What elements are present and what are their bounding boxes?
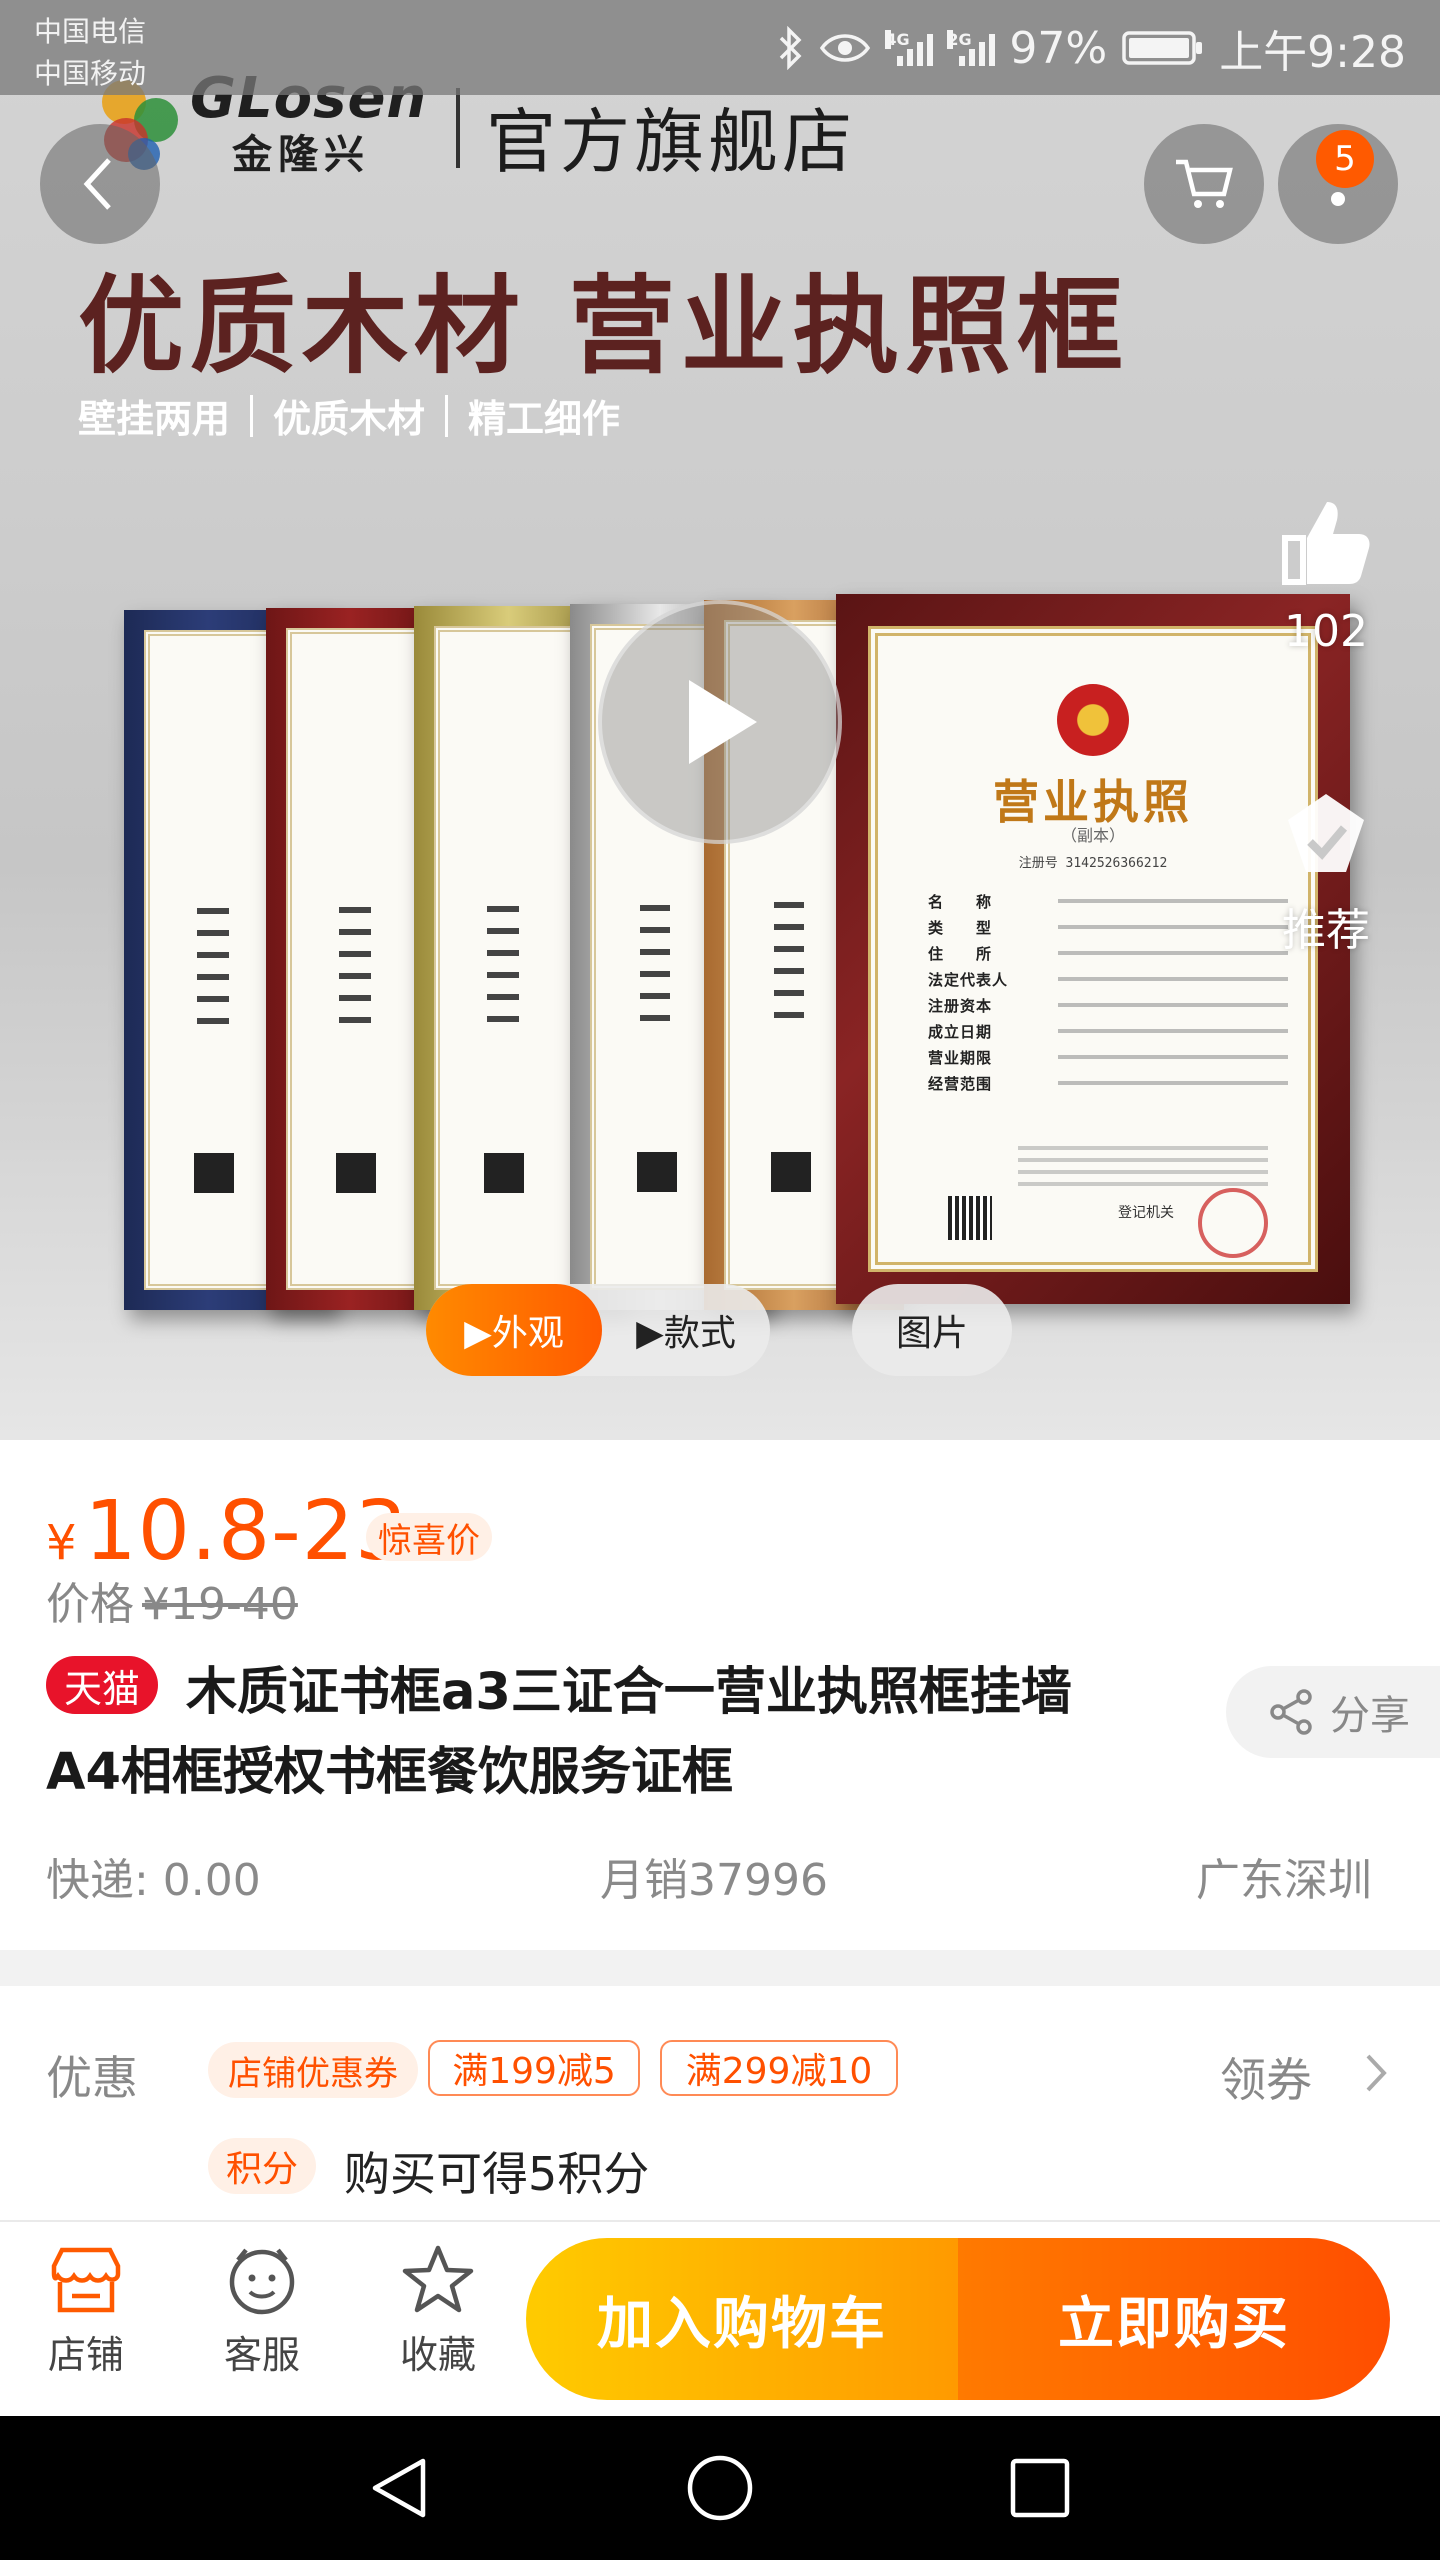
like-button[interactable]: 102 [1266,488,1386,657]
buy-now-button[interactable]: 立即购买 [958,2238,1390,2400]
store-coupon-chip[interactable]: 店铺优惠券 [208,2042,418,2098]
shipping-fee: 快递: 0.00 [46,1855,261,1906]
official-seal-icon [1198,1188,1268,1258]
network-type-1: 4G [885,30,910,49]
triangle-back-icon [372,2458,426,2518]
nav-recent-apps-button[interactable] [1000,2448,1080,2528]
feature-2: 优质木材 [273,397,426,441]
original-price-row: 价格 ¥19-40 [46,1568,298,1632]
battery-percent: 97% [1009,22,1108,74]
currency-symbol: ¥ [46,1515,77,1571]
tab-images[interactable]: 图片 [852,1284,1012,1376]
certificate-fields: 名 称 类 型 住 所 法定代表人 注册资本 成立日期 营业期限 经营范围 [928,888,1288,1096]
add-to-cart-button[interactable]: 加入购物车 [526,2238,958,2400]
feature-3: 精工细作 [468,397,621,441]
recommend-label: 推荐 [1282,905,1370,956]
nav-back-button[interactable] [360,2448,440,2528]
points-text: 购买可得5积分 [344,2147,650,2201]
hero-headline: 优质木材 营业执照框 [78,265,1129,388]
claim-coupon-link[interactable]: 领券 [1220,2044,1312,2110]
clock: 上午9:28 [1219,27,1406,78]
chevron-left-icon [83,158,111,210]
share-icon [1270,1689,1312,1735]
bluetooth-icon [780,26,802,70]
recommend-button[interactable]: 推荐 [1266,786,1386,958]
brand-name-cn: 金隆兴 [232,132,370,178]
play-icon [689,680,757,764]
carrier-1: 中国电信 [34,15,147,48]
service-icon [229,2248,295,2315]
status-icons: 4G 2G 97% 上午9:28 [775,14,1406,82]
ship-location: 广东深圳 [1196,1855,1372,1906]
signal-2g-icon: 2G [947,30,996,66]
product-title-line-1: 木质证书框a3三证合一营业执照框挂墙 [186,1663,1072,1722]
discount-chip[interactable]: 满299减10 [660,2040,898,2096]
price-row: ¥ 10.8-23 [46,1484,408,1579]
cert-field-label: 名 称 [928,892,993,911]
qr-code-icon [948,1196,992,1240]
cert-field-label: 成立日期 [928,1022,993,1041]
certificate-reg-no: 注册号 3142526366212 [1018,856,1168,871]
discount-chip[interactable]: 满199减5 [428,2040,640,2096]
cert-field-label: 法定代表人 [928,970,1009,989]
hero-features: 壁挂两用 优质木材 精工细作 [78,388,620,443]
cert-field-label: 营业期限 [928,1048,993,1067]
more-icon [1331,192,1345,206]
share-label: 分享 [1330,1693,1410,1739]
cart-icon [1176,159,1233,208]
feature-divider [250,394,254,437]
square-recent-icon [1010,2458,1070,2518]
thumbs-up-icon [1282,502,1370,585]
feature-1: 壁挂两用 [78,397,231,441]
cert-field-label: 类 型 [928,918,993,937]
like-count: 102 [1284,606,1368,657]
circle-home-icon [687,2455,753,2521]
star-icon [402,2245,474,2313]
play-video-button[interactable] [598,600,842,844]
certificate-scope [1018,1146,1268,1194]
recommend-icon [1288,794,1364,872]
cart-button[interactable] [1144,124,1264,244]
favorite-button[interactable]: 收藏 [368,2244,508,2379]
store-label: 官方旗舰店 [486,101,856,183]
back-button[interactable] [40,124,160,244]
share-button[interactable]: 分享 [1226,1666,1440,1758]
store-label: 店铺 [47,2333,124,2377]
price-tag: 惊喜价 [366,1513,492,1561]
service-label: 客服 [223,2333,300,2377]
chevron-right-icon[interactable] [1360,2048,1390,2098]
certificate-subtitle: （副本） [1060,826,1125,845]
product-title-line-2: A4相框授权书框餐饮服务证框 [46,1743,733,1802]
battery-icon [1122,31,1203,65]
tab-style[interactable]: ▶款式 [602,1284,770,1376]
original-price: ¥19-40 [142,1579,298,1630]
tab-appearance[interactable]: ▶外观 [426,1284,602,1376]
favorite-label: 收藏 [399,2333,476,2377]
feature-divider [445,394,449,437]
national-emblem-icon [1057,684,1129,756]
tmall-badge: 天猫 [46,1656,159,1714]
eye-comfort-icon [820,34,871,62]
store-button[interactable]: 店铺 [16,2244,156,2379]
store-icon [51,2247,121,2313]
section-divider [0,1950,1440,1986]
promotions-label: 优惠 [46,2051,138,2105]
monthly-sales: 月销37996 [600,1855,828,1906]
points-chip: 积分 [208,2138,316,2194]
cert-field-label: 住 所 [928,944,993,963]
carrier-2: 中国移动 [34,57,147,90]
signal-4g-icon: 4G [885,30,934,66]
nav-home-button[interactable] [680,2448,760,2528]
brand-divider [456,88,460,168]
cert-field-label: 注册资本 [928,996,993,1015]
certificate-issuer: 登记机关 [1118,1205,1174,1221]
network-type-2: 2G [947,30,972,49]
certificate: 营业执照 （副本） 注册号 3142526366212 名 称 类 型 住 所 … [868,626,1318,1272]
cart-count-badge: 5 [1316,130,1374,188]
customer-service-button[interactable]: 客服 [192,2244,332,2379]
cert-field-label: 经营范围 [928,1074,993,1093]
original-price-label: 价格 [46,1579,134,1630]
price: 10.8-23 [84,1484,409,1579]
status-bar: 中国电信 中国移动 4G 2G 97% 上午9:28 [0,0,1440,95]
